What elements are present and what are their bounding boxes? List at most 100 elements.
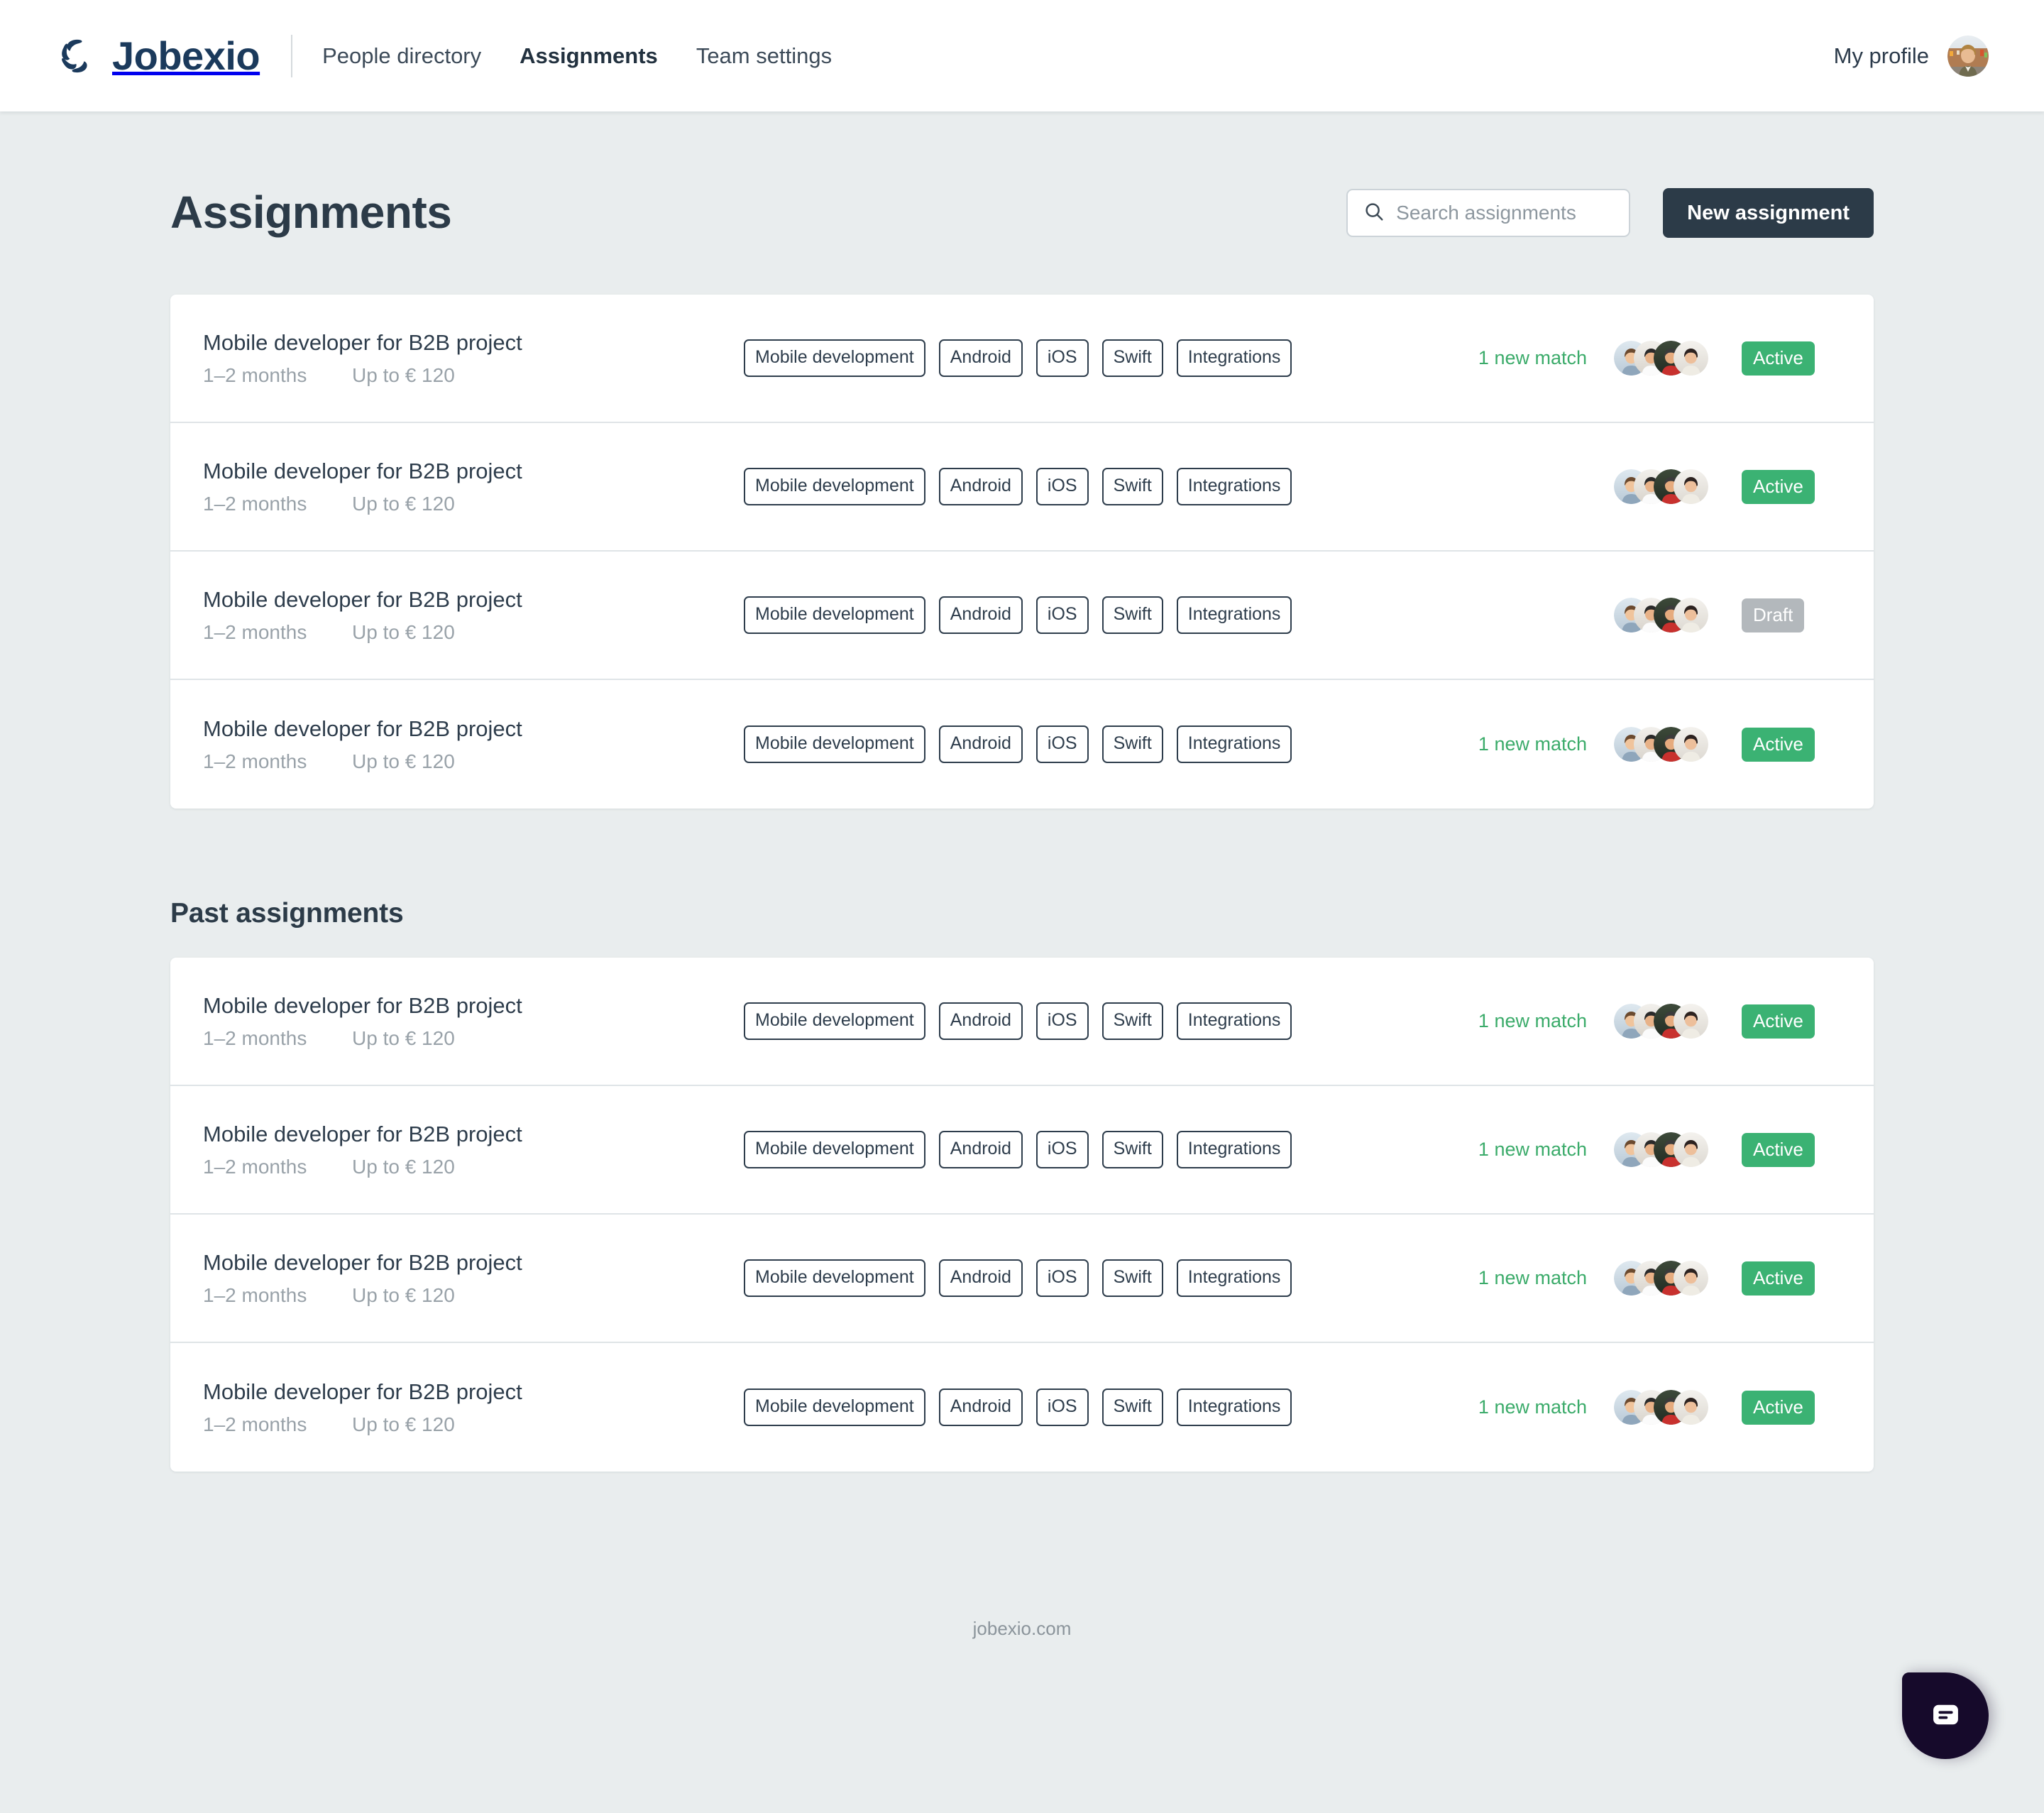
tag-chip[interactable]: Integrations bbox=[1176, 1002, 1292, 1040]
tag-chip[interactable]: Swift bbox=[1101, 468, 1163, 505]
assignment-row[interactable]: Mobile developer for B2B project 1–2 mont… bbox=[170, 423, 1874, 552]
assignment-status-cell: Active bbox=[1742, 1261, 1841, 1296]
tag-chip[interactable]: Swift bbox=[1101, 596, 1163, 634]
tag-chip[interactable]: Mobile development bbox=[744, 1388, 925, 1426]
candidate-avatar[interactable] bbox=[1674, 1390, 1708, 1425]
tag-chip[interactable]: Android bbox=[938, 468, 1023, 505]
tag-chip[interactable]: Integrations bbox=[1176, 1388, 1292, 1426]
tag-chip[interactable]: Integrations bbox=[1176, 468, 1292, 505]
tag-chip[interactable]: Swift bbox=[1101, 339, 1163, 377]
tag-chip[interactable]: Swift bbox=[1101, 725, 1163, 763]
tag-chip[interactable]: Swift bbox=[1101, 1131, 1163, 1168]
tag-chip[interactable]: Mobile development bbox=[744, 339, 925, 377]
tag-chip[interactable]: Swift bbox=[1101, 1002, 1163, 1040]
tag-chip[interactable]: Mobile development bbox=[744, 1259, 925, 1297]
assignment-title: Mobile developer for B2B project bbox=[203, 1379, 522, 1404]
assignment-duration: 1–2 months bbox=[203, 620, 307, 643]
candidate-avatar[interactable] bbox=[1674, 598, 1708, 632]
assignment-row[interactable]: Mobile developer for B2B project 1–2 mont… bbox=[170, 1086, 1874, 1215]
tag-chip[interactable]: Android bbox=[938, 1131, 1023, 1168]
new-assignment-button[interactable]: New assignment bbox=[1663, 188, 1874, 238]
candidate-avatar-stack[interactable] bbox=[1614, 469, 1708, 504]
candidate-avatar[interactable] bbox=[1674, 1132, 1708, 1167]
header-profile-area[interactable]: My profile bbox=[1834, 35, 1989, 77]
new-match-link[interactable]: 1 new match bbox=[1478, 1139, 1587, 1160]
assignment-row[interactable]: Mobile developer for B2B project 1–2 mont… bbox=[170, 552, 1874, 680]
assignment-row[interactable]: Mobile developer for B2B project 1–2 mont… bbox=[170, 958, 1874, 1086]
tag-chip[interactable]: iOS bbox=[1035, 596, 1089, 634]
candidate-avatar[interactable] bbox=[1674, 1261, 1708, 1296]
assignment-duration: 1–2 months bbox=[203, 363, 307, 386]
tag-chip[interactable]: iOS bbox=[1035, 1388, 1089, 1426]
tag-chip[interactable]: Swift bbox=[1101, 1259, 1163, 1297]
assignment-duration: 1–2 months bbox=[203, 1026, 307, 1049]
assignment-meta: 1–2 months Up to € 120 bbox=[203, 750, 629, 774]
new-match-link[interactable]: 1 new match bbox=[1478, 733, 1587, 755]
new-match-link[interactable]: 1 new match bbox=[1478, 1267, 1587, 1288]
tag-chip[interactable]: Mobile development bbox=[744, 1002, 925, 1040]
tag-chip[interactable]: iOS bbox=[1035, 468, 1089, 505]
candidate-avatar-stack[interactable] bbox=[1614, 1261, 1708, 1296]
candidate-avatar[interactable] bbox=[1674, 1004, 1708, 1039]
assignment-meta: 1–2 months Up to € 120 bbox=[203, 1413, 629, 1437]
past-assignments-heading: Past assignments bbox=[170, 898, 404, 929]
avatar[interactable] bbox=[1947, 35, 1989, 77]
nav-item-assignments[interactable]: Assignments bbox=[520, 43, 658, 69]
status-badge: Active bbox=[1742, 1132, 1815, 1167]
assignment-row[interactable]: Mobile developer for B2B project 1–2 mont… bbox=[170, 1343, 1874, 1472]
tag-chip[interactable]: Integrations bbox=[1176, 725, 1292, 763]
candidate-avatar[interactable] bbox=[1674, 341, 1708, 376]
tag-chip[interactable]: Mobile development bbox=[744, 596, 925, 634]
assignment-row[interactable]: Mobile developer for B2B project 1–2 mont… bbox=[170, 1215, 1874, 1343]
brand-logo-link[interactable]: Jobexio bbox=[55, 35, 260, 77]
candidate-avatar-stack[interactable] bbox=[1614, 1132, 1708, 1167]
tag-chip[interactable]: Android bbox=[938, 339, 1023, 377]
new-match-link[interactable]: 1 new match bbox=[1478, 1396, 1587, 1418]
nav-item-team-settings[interactable]: Team settings bbox=[696, 43, 832, 69]
new-match-link[interactable]: 1 new match bbox=[1478, 347, 1587, 368]
search-box[interactable] bbox=[1346, 189, 1631, 237]
assignment-match-cell: 1 new match bbox=[1401, 347, 1614, 369]
candidate-avatar-stack[interactable] bbox=[1614, 598, 1708, 632]
assignment-row[interactable]: Mobile developer for B2B project 1–2 mont… bbox=[170, 680, 1874, 809]
tag-chip[interactable]: iOS bbox=[1035, 1131, 1089, 1168]
candidate-avatar-stack[interactable] bbox=[1614, 1390, 1708, 1425]
tag-chip[interactable]: Integrations bbox=[1176, 1259, 1292, 1297]
tag-chip[interactable]: Android bbox=[938, 1259, 1023, 1297]
assignment-row[interactable]: Mobile developer for B2B project 1–2 mont… bbox=[170, 295, 1874, 423]
footer-domain-text: jobexio.com bbox=[972, 1618, 1072, 1639]
assignment-duration: 1–2 months bbox=[203, 1413, 307, 1435]
assignment-status-cell: Active bbox=[1742, 469, 1841, 504]
tag-chip[interactable]: iOS bbox=[1035, 1259, 1089, 1297]
tag-chip[interactable]: Integrations bbox=[1176, 339, 1292, 377]
assignment-match-cell: 1 new match bbox=[1401, 1139, 1614, 1161]
jobexio-spiral-logo-icon bbox=[55, 35, 97, 77]
tag-chip[interactable]: Android bbox=[938, 596, 1023, 634]
tag-chip[interactable]: Android bbox=[938, 725, 1023, 763]
assignment-tags: Mobile development Android iOS Swift Integra… bbox=[629, 725, 1401, 763]
tag-chip[interactable]: Integrations bbox=[1176, 1131, 1292, 1168]
nav-item-people-directory[interactable]: People directory bbox=[322, 43, 481, 69]
candidate-avatar-stack[interactable] bbox=[1614, 1004, 1708, 1039]
search-input[interactable] bbox=[1396, 202, 1617, 224]
tag-chip[interactable]: iOS bbox=[1035, 1002, 1089, 1040]
tag-chip[interactable]: Android bbox=[938, 1002, 1023, 1040]
tag-chip[interactable]: Mobile development bbox=[744, 1131, 925, 1168]
assignment-status-cell: Active bbox=[1742, 1390, 1841, 1425]
tag-chip[interactable]: Android bbox=[938, 1388, 1023, 1426]
candidate-avatar[interactable] bbox=[1674, 727, 1708, 762]
candidate-avatar[interactable] bbox=[1674, 469, 1708, 504]
chat-widget-button[interactable] bbox=[1902, 1672, 1989, 1759]
status-badge: Active bbox=[1742, 1004, 1815, 1039]
tag-chip[interactable]: Mobile development bbox=[744, 725, 925, 763]
tag-chip[interactable]: iOS bbox=[1035, 339, 1089, 377]
candidate-avatar-stack[interactable] bbox=[1614, 727, 1708, 762]
tag-chip[interactable]: Integrations bbox=[1176, 596, 1292, 634]
tag-chip[interactable]: Swift bbox=[1101, 1388, 1163, 1426]
candidate-avatar-stack[interactable] bbox=[1614, 341, 1708, 376]
tag-chip[interactable]: Mobile development bbox=[744, 468, 925, 505]
assignment-status-cell: Active bbox=[1742, 727, 1841, 762]
past-assignments-list-card: Mobile developer for B2B project 1–2 mont… bbox=[170, 958, 1874, 1472]
new-match-link[interactable]: 1 new match bbox=[1478, 1010, 1587, 1031]
tag-chip[interactable]: iOS bbox=[1035, 725, 1089, 763]
